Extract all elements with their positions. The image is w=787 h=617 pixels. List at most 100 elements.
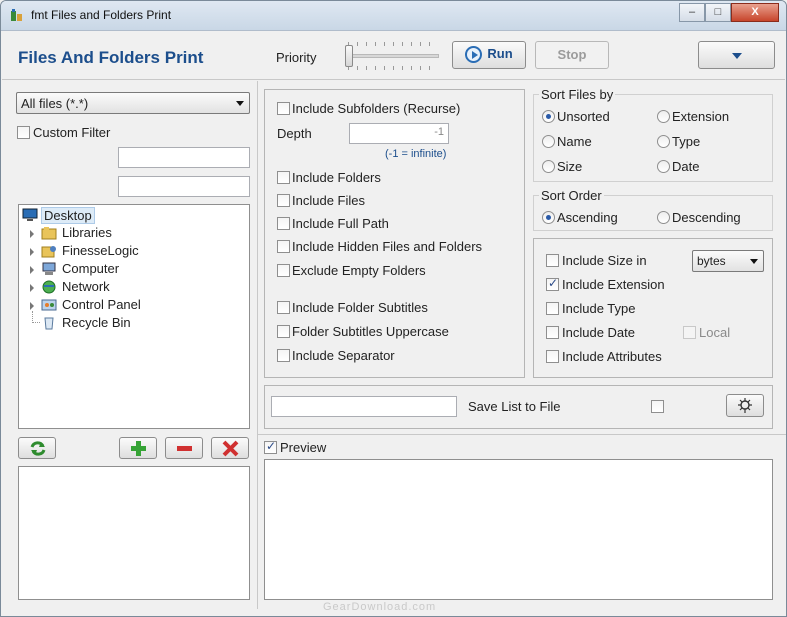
include-full-path-label: Include Full Path — [292, 216, 389, 231]
sort-descending-radio[interactable] — [657, 211, 670, 224]
include-attributes-label: Include Attributes — [562, 349, 662, 364]
stop-button[interactable]: Stop — [535, 41, 609, 69]
size-unit-value: bytes — [697, 254, 726, 268]
remove-icon — [177, 446, 192, 451]
chevron-down-icon — [236, 101, 244, 106]
options-menu-button[interactable] — [698, 41, 775, 69]
delete-folder-button[interactable] — [211, 437, 249, 459]
preview-pane[interactable] — [264, 459, 773, 600]
depth-field[interactable]: -1 — [349, 123, 449, 144]
include-size-label: Include Size in — [562, 253, 647, 268]
tree-item-label: Network — [62, 279, 110, 294]
save-list-label: Save List to File — [468, 399, 561, 414]
tree-item-computer[interactable]: Computer — [22, 261, 222, 278]
size-unit-select[interactable]: bytes — [692, 250, 764, 272]
file-filter-select[interactable]: All files (*.*) — [16, 92, 250, 114]
local-label: Local — [699, 325, 731, 340]
close-icon: X — [751, 6, 759, 18]
details-panel: Include Size in bytes Include Extension … — [533, 238, 773, 378]
maximize-button[interactable]: □ — [705, 3, 731, 22]
sort-unsorted-radio[interactable] — [542, 110, 555, 123]
sort-size-radio[interactable] — [542, 160, 555, 173]
delete-icon — [222, 440, 239, 457]
sort-order-title: Sort Order — [539, 188, 604, 203]
desktop-icon — [22, 208, 38, 221]
remove-folder-button[interactable] — [165, 437, 203, 459]
custom-filter-checkbox[interactable] — [17, 126, 30, 139]
browse-button[interactable] — [726, 394, 764, 417]
close-button[interactable]: X — [731, 3, 779, 22]
priority-slider-track[interactable] — [345, 54, 439, 58]
include-date-checkbox[interactable] — [546, 326, 559, 339]
local-checkbox[interactable] — [683, 326, 696, 339]
sort-type-radio[interactable] — [657, 135, 670, 148]
refresh-button[interactable] — [18, 437, 56, 459]
folder-tree[interactable]: Desktop Libraries FinesseLogic Computer … — [18, 204, 250, 429]
include-folder-subtitles-label: Include Folder Subtitles — [292, 300, 428, 315]
sort-name-label: Name — [557, 134, 592, 149]
expand-icon[interactable] — [30, 230, 34, 238]
sort-files-title: Sort Files by — [539, 87, 616, 102]
include-type-checkbox[interactable] — [546, 302, 559, 315]
include-full-path-checkbox[interactable] — [277, 217, 290, 230]
maximize-icon: □ — [714, 6, 722, 18]
sort-extension-radio[interactable] — [657, 110, 670, 123]
priority-ticks-top — [348, 42, 438, 46]
chevron-down-icon — [750, 259, 758, 264]
include-type-label: Include Type — [562, 301, 636, 316]
folder-subtitles-uppercase-checkbox[interactable] — [277, 325, 290, 338]
tree-item-recycle-bin[interactable]: Recycle Bin — [22, 311, 222, 332]
sort-files-group: Sort Files by Unsorted Extension Name Ty… — [533, 87, 773, 182]
exclude-empty-checkbox[interactable] — [277, 264, 290, 277]
sort-ascending-label: Ascending — [557, 210, 618, 225]
file-filter-value: All files (*.*) — [21, 96, 89, 111]
depth-value: -1 — [434, 126, 444, 138]
header-bar: Files And Folders Print Priority Run Sto… — [2, 32, 785, 80]
run-button[interactable]: Run — [452, 41, 526, 69]
sort-ascending-radio[interactable] — [542, 211, 555, 224]
sort-date-label: Date — [672, 159, 700, 174]
include-folders-checkbox[interactable] — [277, 171, 290, 184]
custom-filter-field-1[interactable] — [118, 147, 250, 168]
include-size-checkbox[interactable] — [546, 254, 559, 267]
sort-date-radio[interactable] — [657, 160, 670, 173]
refresh-icon — [30, 441, 46, 456]
folder-list[interactable] — [18, 466, 250, 600]
priority-slider-thumb[interactable] — [345, 45, 353, 67]
include-separator-checkbox[interactable] — [277, 349, 290, 362]
play-icon — [465, 46, 483, 64]
sort-size-label: Size — [557, 159, 583, 174]
custom-filter-label: Custom Filter — [33, 125, 111, 140]
chevron-down-icon — [732, 53, 742, 59]
include-extension-checkbox[interactable] — [546, 276, 559, 291]
expand-icon[interactable] — [30, 302, 34, 310]
sort-name-radio[interactable] — [542, 135, 555, 148]
tree-item-network[interactable]: Network — [22, 279, 222, 296]
tree-item-label: Desktop — [41, 207, 95, 224]
app-window: fmt Files and Folders Print – □ X Files … — [0, 0, 787, 617]
libraries-icon — [41, 227, 57, 240]
title-bar[interactable]: fmt Files and Folders Print – □ X — [1, 1, 786, 31]
add-folder-button[interactable] — [119, 437, 157, 459]
include-subfolders-checkbox[interactable] — [277, 102, 290, 115]
minimize-button[interactable]: – — [679, 3, 705, 22]
include-files-checkbox[interactable] — [277, 194, 290, 207]
tree-item-control-panel[interactable]: Control Panel — [22, 297, 222, 314]
tree-item-finesselogic[interactable]: FinesseLogic — [22, 243, 222, 260]
include-attributes-checkbox[interactable] — [546, 350, 559, 363]
include-hidden-checkbox[interactable] — [277, 240, 290, 253]
tree-item-libraries[interactable]: Libraries — [22, 225, 222, 242]
preview-checkbox[interactable] — [264, 439, 277, 454]
tree-item-label: Control Panel — [62, 297, 141, 312]
include-folder-subtitles-checkbox[interactable] — [277, 301, 290, 314]
splitter[interactable] — [257, 81, 258, 609]
minimize-icon: – — [688, 6, 696, 18]
custom-filter-field-2[interactable] — [118, 176, 250, 197]
expand-icon[interactable] — [30, 266, 34, 274]
expand-icon[interactable] — [30, 284, 34, 292]
save-list-checkbox[interactable] — [651, 400, 664, 413]
tree-item-label: FinesseLogic — [62, 243, 139, 258]
depth-label: Depth — [277, 126, 312, 141]
save-path-field[interactable] — [271, 396, 457, 417]
expand-icon[interactable] — [30, 248, 34, 256]
